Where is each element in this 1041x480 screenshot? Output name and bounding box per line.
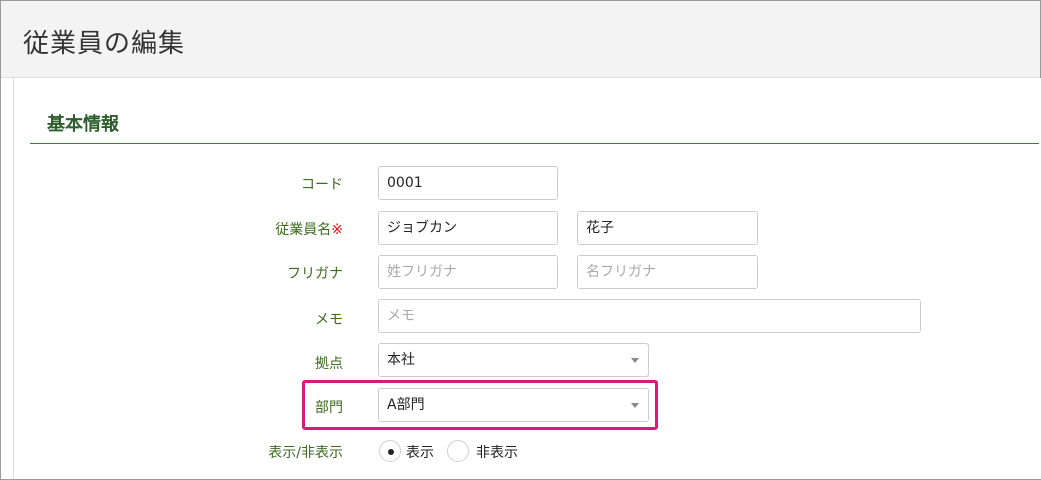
furigana-label: フリガナ bbox=[287, 266, 343, 282]
chevron-down-icon bbox=[631, 358, 639, 363]
page-title: 従業員の編集 bbox=[23, 29, 186, 59]
first-furigana-input[interactable]: 名フリガナ bbox=[577, 255, 758, 289]
highlight-box bbox=[302, 380, 658, 430]
location-select-value: 本社 bbox=[387, 352, 415, 368]
required-mark: ※ bbox=[331, 222, 343, 238]
visibility-radio-hide[interactable] bbox=[447, 440, 469, 462]
employee-name-label-text: 従業員名 bbox=[275, 222, 332, 238]
code-input[interactable]: 0001 bbox=[378, 166, 558, 200]
section-title: 基本情報 bbox=[47, 114, 119, 135]
visibility-radio-show[interactable] bbox=[379, 440, 401, 462]
first-name-input[interactable]: 花子 bbox=[577, 211, 758, 245]
visibility-option-show-label[interactable]: 表示 bbox=[406, 442, 434, 462]
visibility-option-hide-label[interactable]: 非表示 bbox=[476, 442, 518, 462]
employee-name-label: 従業員名※ bbox=[275, 219, 343, 239]
last-name-input[interactable]: ジョブカン bbox=[378, 211, 558, 245]
location-select[interactable]: 本社 bbox=[378, 343, 649, 377]
location-label: 拠点 bbox=[315, 356, 343, 372]
section-divider bbox=[30, 143, 1039, 144]
last-furigana-input[interactable]: 姓フリガナ bbox=[378, 255, 558, 289]
memo-input[interactable]: メモ bbox=[378, 299, 921, 333]
memo-label: メモ bbox=[315, 312, 343, 328]
page-header: 従業員の編集 bbox=[1, 1, 1040, 78]
code-label: コード bbox=[301, 177, 343, 193]
visibility-label: 表示/非表示 bbox=[268, 445, 343, 461]
